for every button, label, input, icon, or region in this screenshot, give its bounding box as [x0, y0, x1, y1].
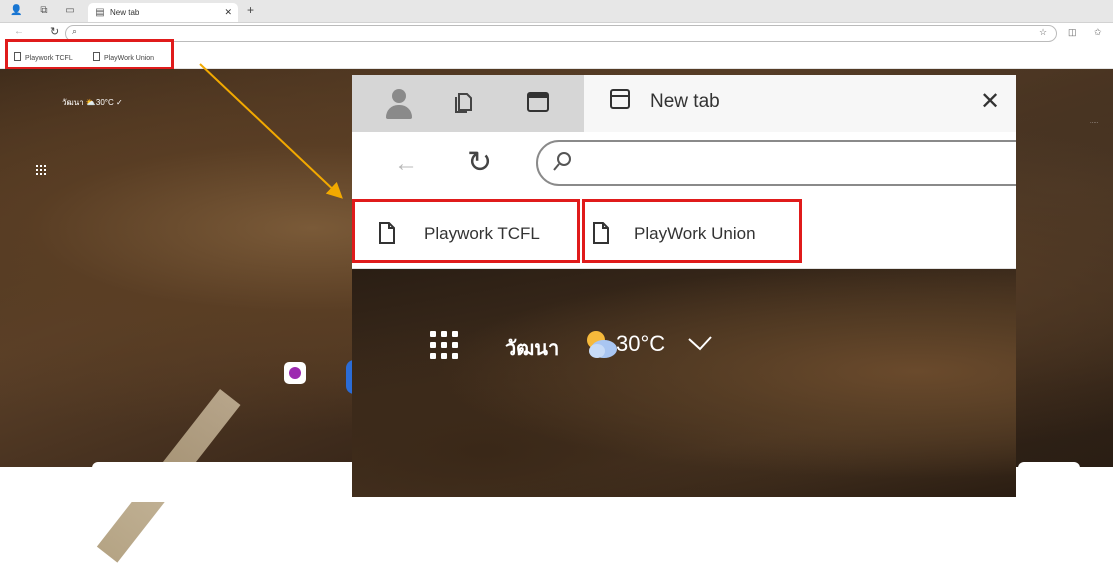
reload-icon[interactable]: ↻ — [50, 25, 59, 38]
tab-actions-icon[interactable]: ▭ — [64, 5, 76, 17]
quick-link-tile[interactable] — [284, 362, 306, 384]
bg-weather-widget[interactable]: วัฒนา ⛅30°C ✓ — [62, 96, 123, 109]
bg-tab-strip: 👤 ⧉ ▭ ▤ New tab ✕ + — [0, 0, 1113, 23]
zoom-left-controls — [352, 75, 584, 132]
weather-city[interactable]: วัฒนา — [505, 332, 559, 364]
back-arrow-icon[interactable]: ← — [14, 26, 24, 37]
bg-feed-card — [1018, 462, 1080, 502]
favorites-icon[interactable]: ✩ — [1094, 27, 1102, 38]
zoom-toolbar: ← ↻ — [352, 132, 1016, 196]
zoom-newtab-background: วัฒนา 30°C — [352, 269, 1016, 497]
favorite-star-icon[interactable]: ☆ — [1039, 27, 1047, 38]
workspaces-icon[interactable] — [450, 88, 478, 116]
split-screen-icon[interactable]: ◫ — [1068, 27, 1077, 38]
newtab-page-icon — [610, 89, 630, 109]
bg-image-credit: ····· — [1090, 120, 1099, 126]
zoom-tab-title: New tab — [650, 91, 720, 112]
highlight-box-playwork-tcfl — [352, 199, 580, 263]
bg-feed-card — [92, 462, 360, 502]
search-icon — [553, 152, 571, 171]
chevron-down-icon[interactable] — [687, 333, 713, 353]
zoom-tab-strip: New tab ✕ — [352, 75, 1016, 132]
workspaces-icon[interactable]: ⧉ — [38, 5, 50, 17]
highlight-box-playwork-union — [582, 199, 802, 263]
reload-icon[interactable]: ↻ — [467, 145, 492, 180]
highlight-box-favorites — [5, 39, 174, 70]
zoomed-inset: New tab ✕ ← ↻ Playwork TCFL PlayWork Uni… — [352, 75, 1016, 497]
bg-active-tab[interactable]: ▤ New tab ✕ — [88, 3, 238, 22]
tab-actions-icon[interactable] — [524, 88, 552, 116]
search-icon: ⌕ — [72, 26, 78, 36]
zoom-active-tab[interactable]: New tab ✕ — [584, 75, 1016, 132]
weather-temperature[interactable]: 30°C — [616, 331, 665, 357]
address-input[interactable] — [584, 150, 988, 178]
profile-icon[interactable]: 👤 — [10, 5, 22, 17]
close-tab-icon[interactable]: ✕ — [980, 87, 1000, 116]
app-launcher-icon[interactable] — [430, 331, 458, 359]
address-bar[interactable] — [536, 140, 1016, 186]
new-tab-plus-icon[interactable]: + — [247, 3, 254, 17]
back-arrow-icon[interactable]: ← — [394, 150, 418, 178]
bg-address-bar[interactable]: ⌕ — [65, 25, 1057, 42]
close-tab-icon[interactable]: ✕ — [224, 7, 232, 18]
profile-icon[interactable] — [385, 89, 413, 119]
bg-tab-title: New tab — [110, 8, 140, 17]
quick-link-icon — [289, 367, 301, 379]
app-launcher-icon[interactable] — [36, 165, 46, 175]
newtab-page-icon: ▤ — [95, 7, 105, 18]
